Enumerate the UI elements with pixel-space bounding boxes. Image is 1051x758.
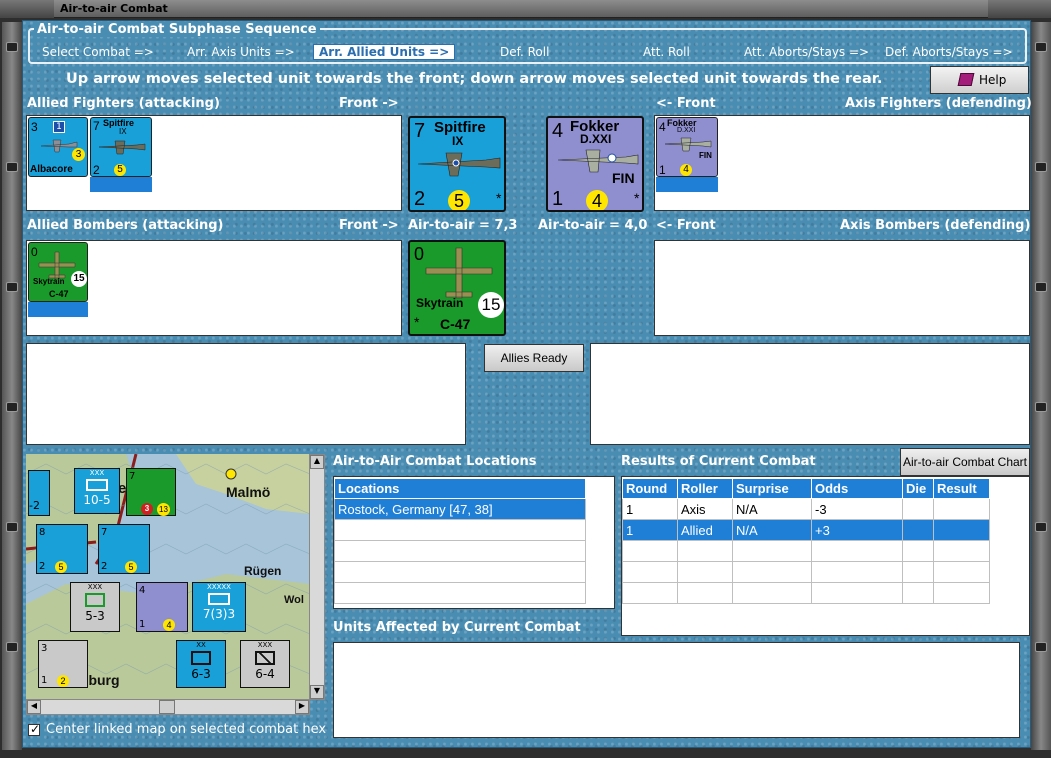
allied-bombers-front-label: Front -> <box>339 218 399 233</box>
units-affected-box <box>333 642 1020 738</box>
window-title: Air-to-air Combat <box>60 2 168 15</box>
help-label: Help <box>979 73 1007 87</box>
units-affected-title: Units Affected by Current Combat <box>333 620 581 635</box>
map-place-label: Rügen <box>244 564 282 578</box>
unit-counter-spitfire-small[interactable]: 7 Spitfire IX 2 5 <box>90 117 152 177</box>
table-row[interactable]: 1 Axis N/A -3 <box>622 498 990 520</box>
plane-icon <box>98 140 146 155</box>
axis-fighters-label: Axis Fighters (defending) <box>845 96 1032 111</box>
axis-fighters-front-label: <- Front <box>656 96 716 111</box>
seq-step-def-roll: Def. Roll <box>500 45 550 59</box>
map-counter[interactable]: 7 13 3 <box>126 468 176 516</box>
checkmark-icon: ✓ <box>30 722 41 736</box>
seq-step-arr-allied: Arr. Allied Units => <box>313 44 456 60</box>
title-bar-right-ornament <box>988 0 1051 18</box>
instructions-text: Up arrow moves selected unit towards the… <box>66 71 883 87</box>
sequence-title: Air-to-air Combat Subphase Sequence <box>34 22 320 37</box>
allied-fighters-front-label: Front -> <box>339 96 399 111</box>
map-place-label: Malmö <box>226 484 271 500</box>
scroll-up-icon[interactable]: ▲ <box>310 455 324 469</box>
unit-counter-skytrain-small[interactable]: 0 15 Skytrain C-47 <box>28 242 88 302</box>
table-row[interactable] <box>334 540 586 562</box>
locations-table: Locations Rostock, Germany [47, 38] <box>334 478 586 604</box>
map-horizontal-scrollbar[interactable]: ◀ ▶ <box>26 699 310 715</box>
table-row[interactable] <box>622 540 990 562</box>
table-row[interactable]: 1 Allied N/A +3 <box>622 519 990 541</box>
map-counter[interactable]: -2 <box>28 470 50 516</box>
seq-step-att-aborts: Att. Aborts/Stays => <box>744 45 870 59</box>
unit-counter-fokker-small[interactable]: 4 Fokker D.XXI FIN 1 4 <box>656 117 718 177</box>
front-allied-bomber-counter[interactable]: 0 Skytrain 15 C-47 * <box>408 240 506 336</box>
allied-fighters-label: Allied Fighters (attacking) <box>27 96 220 111</box>
axis-message-box <box>590 343 1030 445</box>
map-counter[interactable]: 7 2 5 <box>98 524 150 574</box>
center-map-checkbox[interactable]: ✓ <box>28 722 41 736</box>
map-counter[interactable]: 3 1 2 <box>38 640 88 688</box>
left-frame-border <box>2 22 22 750</box>
selected-unit-bar <box>90 177 152 192</box>
air-to-air-axis: Air-to-air = 4,0 <box>538 218 648 233</box>
axis-bombers-box[interactable] <box>654 240 1030 336</box>
map-counter[interactable]: XXX 5-3 <box>70 582 120 632</box>
air-to-air-allied: Air-to-air = 7,3 <box>408 218 518 233</box>
selected-unit-bar <box>656 177 718 192</box>
locations-header: Locations <box>334 478 586 499</box>
front-axis-fighter-counter[interactable]: 4 Fokker D.XXI FIN 1 4 * <box>546 116 644 212</box>
plane-icon <box>417 152 501 177</box>
map-counter[interactable]: 8 2 5 <box>36 524 88 574</box>
seq-step-att-roll: Att. Roll <box>643 45 690 59</box>
seq-step-arr-axis: Arr. Axis Units => <box>187 45 295 59</box>
unit-counter-albacore[interactable]: 3 1 3 Albacore <box>28 117 88 177</box>
table-row[interactable]: Rostock, Germany [47, 38] <box>334 498 586 520</box>
table-row[interactable] <box>334 561 586 583</box>
allies-ready-button[interactable]: Allies Ready <box>484 344 584 372</box>
results-table: Round Roller Surprise Odds Die Result 1A… <box>622 478 990 604</box>
center-map-label: Center linked map on selected combat hex <box>46 722 327 737</box>
linked-map[interactable]: Malmö Rügen Wol mburg em -2 XXX 10-5 7 1… <box>26 454 310 700</box>
scroll-right-icon[interactable]: ▶ <box>295 700 309 714</box>
allied-message-box <box>26 343 466 445</box>
seq-step-select-combat: Select Combat => <box>42 45 154 59</box>
help-button[interactable]: Help <box>930 66 1029 94</box>
map-counter[interactable]: XX 6-3 <box>176 640 226 688</box>
scroll-down-icon[interactable]: ▼ <box>310 685 324 699</box>
axis-bombers-front-label: <- Front <box>656 218 716 233</box>
axis-bombers-label: Axis Bombers (defending) <box>840 218 1031 233</box>
title-bar: Air-to-air Combat <box>0 0 1051 18</box>
map-counter[interactable]: 4 1 4 <box>136 582 188 632</box>
table-row[interactable] <box>622 561 990 583</box>
table-row[interactable] <box>622 582 990 604</box>
scroll-left-icon[interactable]: ◀ <box>27 700 41 714</box>
map-counter[interactable]: XXX 6-4 <box>240 640 290 688</box>
map-place-label: Wol <box>284 594 304 606</box>
seq-step-def-aborts: Def. Aborts/Stays => <box>885 45 1013 59</box>
table-row[interactable] <box>334 582 586 604</box>
map-counter[interactable]: XXX 10-5 <box>74 468 120 514</box>
flag-badge: 1 <box>53 121 65 133</box>
allied-bombers-label: Allied Bombers (attacking) <box>27 218 224 233</box>
selected-unit-bar <box>28 302 88 317</box>
table-row[interactable] <box>334 519 586 541</box>
locations-title: Air-to-Air Combat Locations <box>333 454 537 469</box>
front-allied-fighter-counter[interactable]: 7 Spitfire IX 2 5 * <box>408 116 506 212</box>
book-icon <box>957 73 975 86</box>
title-bar-left-ornament <box>0 0 54 18</box>
combat-chart-button[interactable]: Air-to-air Combat Chart <box>900 448 1030 476</box>
results-title: Results of Current Combat <box>621 454 816 469</box>
right-frame-border <box>1031 22 1051 750</box>
scroll-thumb[interactable] <box>159 700 175 714</box>
map-vertical-scrollbar[interactable]: ▲ ▼ <box>309 454 325 700</box>
map-counter[interactable]: XXXXX 7(3)3 <box>192 582 246 632</box>
